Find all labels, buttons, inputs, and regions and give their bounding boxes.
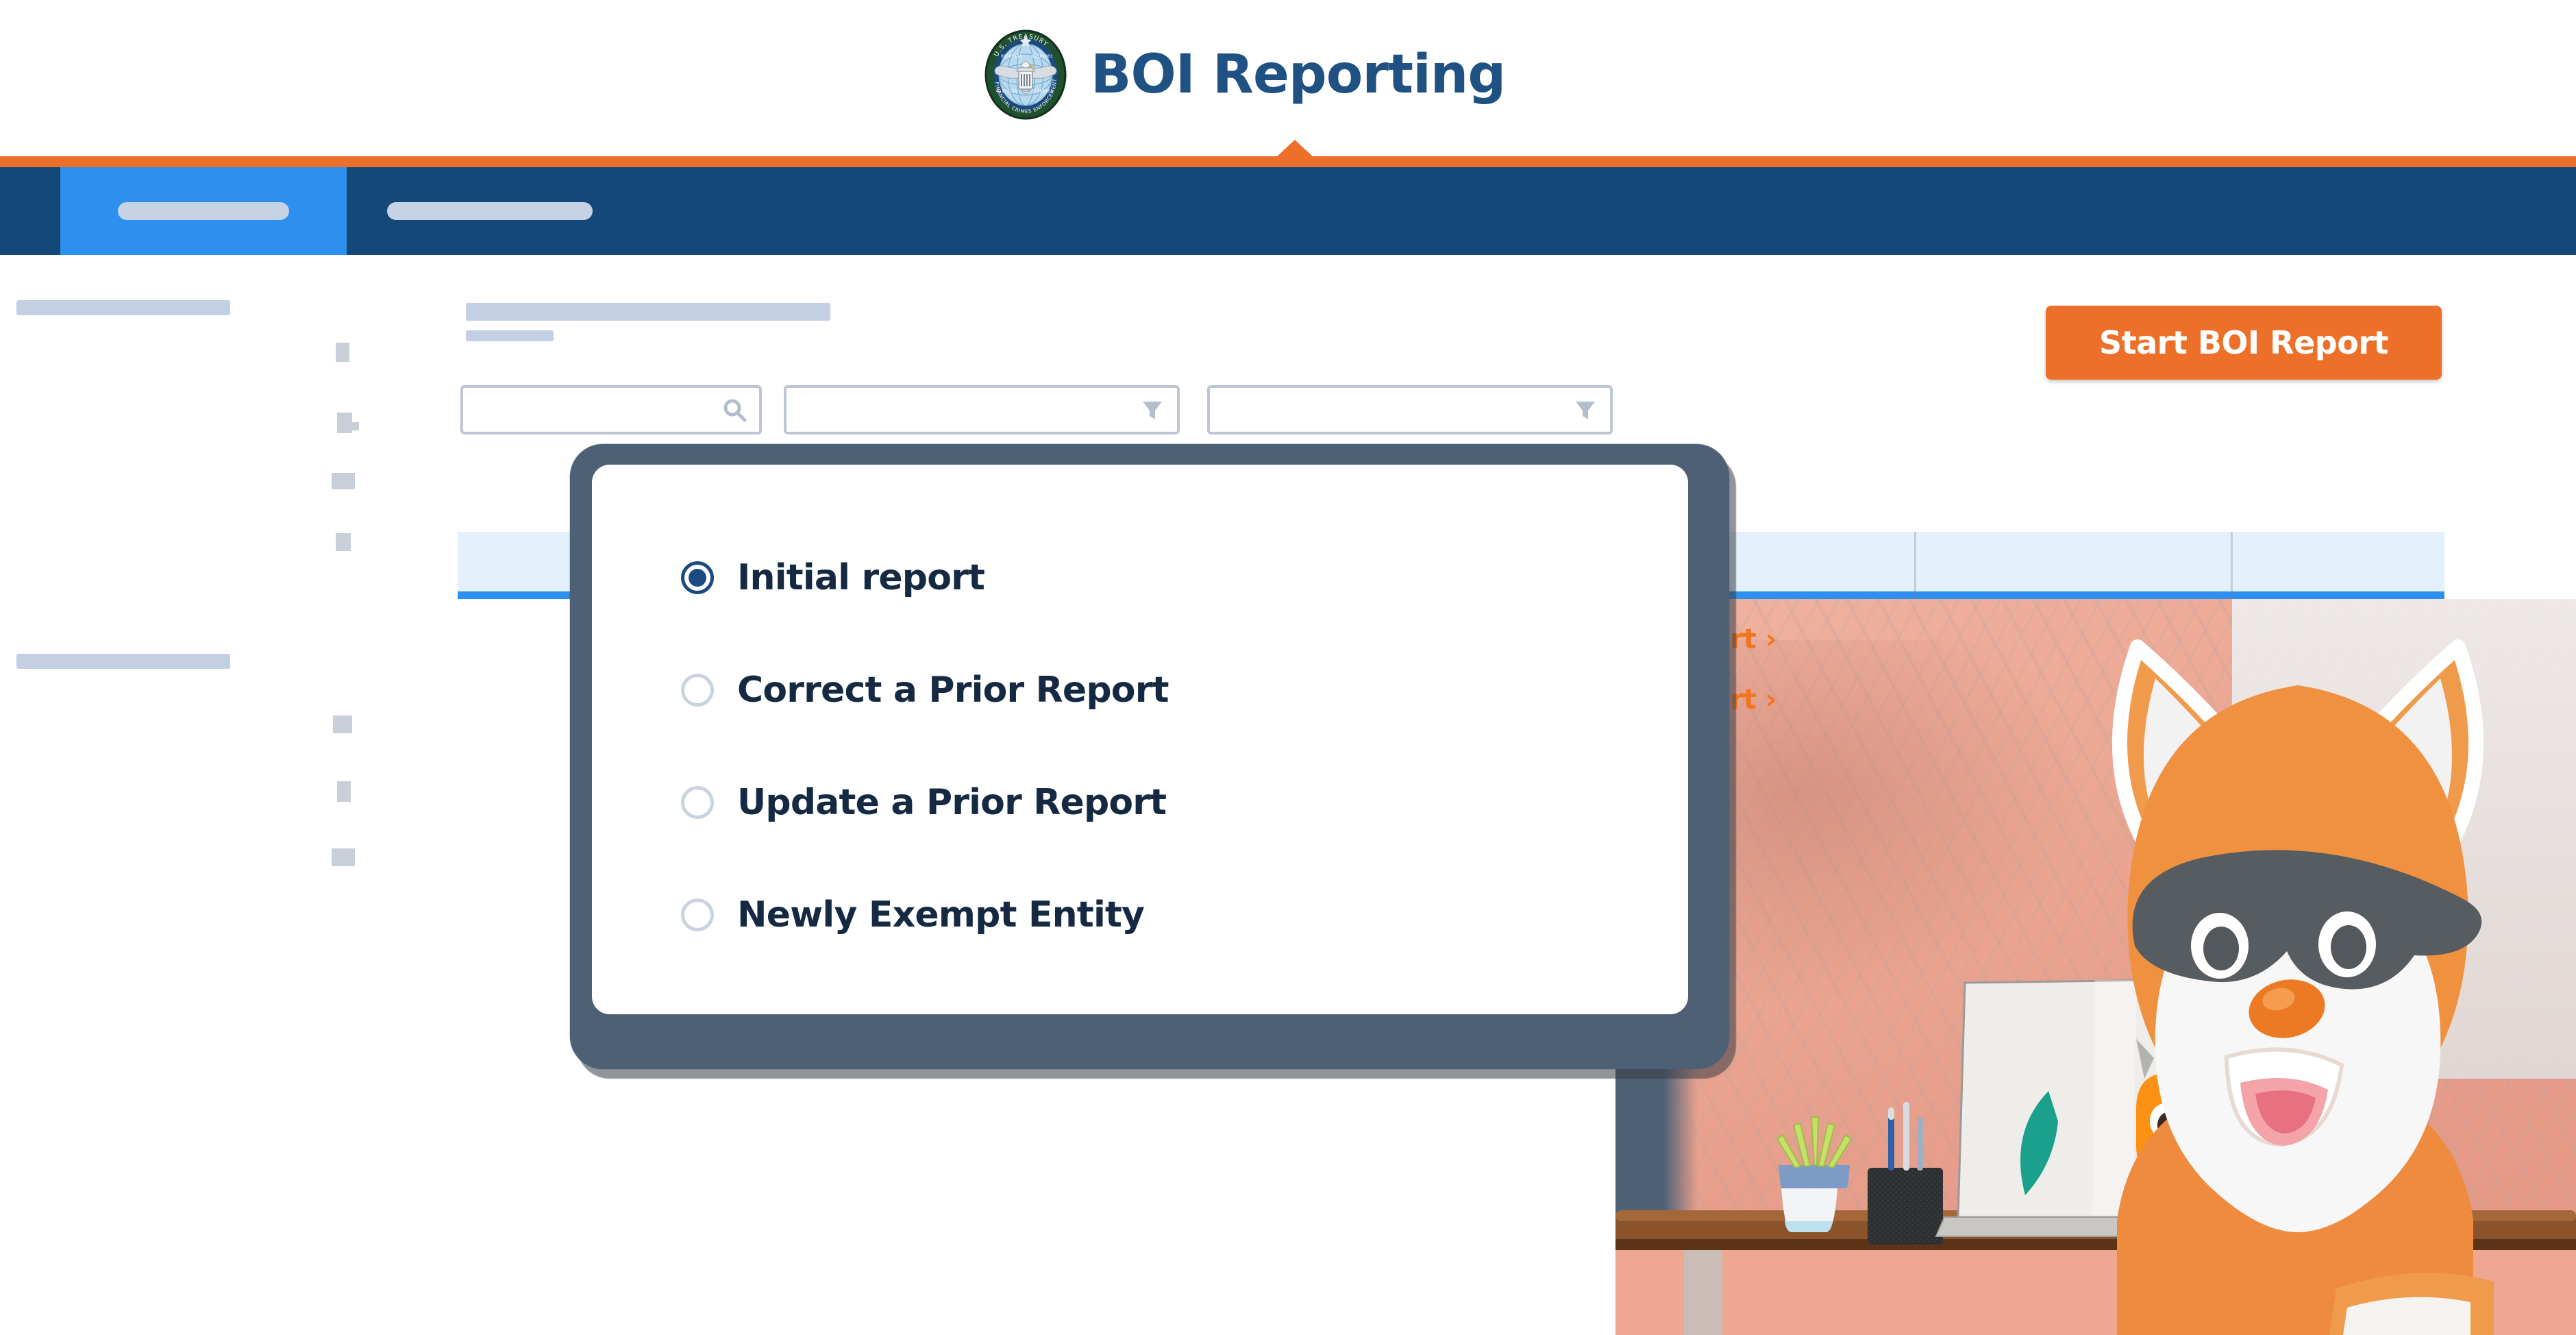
fincen-seal-icon: U.S. TREASURY FINANCIAL CRIMES ENFORCEME… xyxy=(977,24,1072,121)
page-title: BOI Reporting xyxy=(1091,44,1506,106)
filter-funnel-icon xyxy=(1572,396,1599,424)
brand-lockup[interactable]: U.S. TREASURY FINANCIAL CRIMES ENFORCEME… xyxy=(977,24,1506,121)
radio-option-label: Initial report xyxy=(737,557,985,598)
main-navbar xyxy=(0,167,2576,255)
tab-primary-label-skeleton xyxy=(118,202,289,220)
start-boi-report-button[interactable]: Start BOI Report xyxy=(2046,306,2442,380)
radio-option-correct-prior-report[interactable]: Correct a Prior Report xyxy=(681,661,1169,720)
column-divider xyxy=(1914,532,1916,599)
sidebar-item-marker[interactable] xyxy=(337,781,351,802)
sidebar-heading-skeleton xyxy=(16,300,230,315)
chevron-right-icon: › xyxy=(1765,684,1776,715)
column-divider xyxy=(2231,532,2233,599)
filter-select-1[interactable] xyxy=(784,385,1180,434)
radio-option-newly-exempt-entity[interactable]: Newly Exempt Entity xyxy=(681,885,1145,944)
radio-option-label: Newly Exempt Entity xyxy=(737,894,1145,935)
radio-initial-report-icon[interactable] xyxy=(681,561,714,594)
svg-text:01101001: 01101001 xyxy=(1032,53,1053,59)
radio-update-prior-report-icon[interactable] xyxy=(681,786,714,819)
sidebar-item-marker[interactable] xyxy=(332,848,355,866)
accent-stripe xyxy=(0,156,2576,167)
radio-option-label: Correct a Prior Report xyxy=(737,670,1169,711)
page-header: U.S. TREASURY FINANCIAL CRIMES ENFORCEME… xyxy=(0,0,2576,156)
sidebar-item-marker-dot xyxy=(351,422,359,430)
content-title-skeleton xyxy=(466,303,830,321)
svg-text:01000110: 01000110 xyxy=(1001,53,1022,59)
search-icon xyxy=(721,396,748,424)
chevron-right-icon: › xyxy=(1765,624,1776,655)
sidebar-item-marker[interactable] xyxy=(337,413,352,433)
radio-correct-prior-report-icon[interactable] xyxy=(681,674,714,707)
illustration-panel: Start › Start › xyxy=(1615,599,2576,1335)
radio-option-label: Update a Prior Report xyxy=(737,782,1167,823)
filter-select-2[interactable] xyxy=(1207,385,1613,434)
svg-text:01100101: 01100101 xyxy=(1032,88,1053,94)
radio-option-update-prior-report[interactable]: Update a Prior Report xyxy=(681,773,1167,832)
app-root: U.S. TREASURY FINANCIAL CRIMES ENFORCEME… xyxy=(0,0,2576,1335)
tab-secondary[interactable] xyxy=(347,167,633,255)
sidebar-item-marker[interactable] xyxy=(336,343,349,362)
content-subtitle-skeleton xyxy=(466,330,554,341)
sidebar-item-marker[interactable] xyxy=(332,473,355,489)
filter-funnel-icon xyxy=(1139,396,1166,424)
sidebar-heading-skeleton-2 xyxy=(16,654,230,669)
sidebar-item-marker[interactable] xyxy=(333,715,352,733)
radio-option-initial-report[interactable]: Initial report xyxy=(681,548,985,607)
fox-mascot-with-bandit-mask xyxy=(2020,639,2494,1335)
sidebar-item-marker[interactable] xyxy=(336,533,351,551)
triangle-up-icon xyxy=(1276,140,1314,158)
radio-newly-exempt-entity-icon[interactable] xyxy=(681,898,714,931)
report-type-radio-group: Initial report Correct a Prior Report Up… xyxy=(592,465,1688,1014)
search-input[interactable] xyxy=(460,385,762,434)
modal-body: Initial report Correct a Prior Report Up… xyxy=(592,465,1688,1014)
tab-primary[interactable] xyxy=(60,167,347,255)
tab-secondary-label-skeleton xyxy=(387,202,593,220)
svg-text:01101110: 01101110 xyxy=(996,88,1017,94)
